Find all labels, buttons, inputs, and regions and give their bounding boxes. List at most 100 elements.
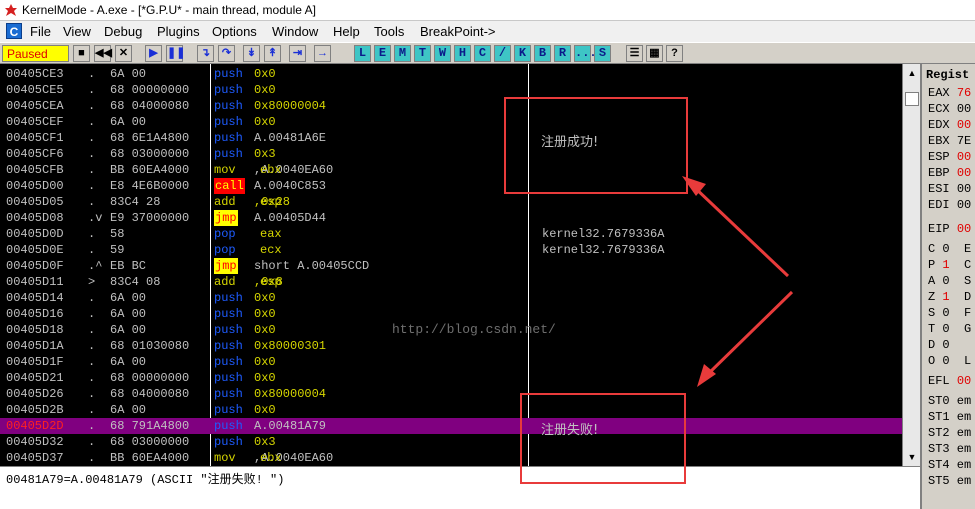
step-into-icon[interactable]: ↴	[197, 45, 214, 62]
disasm-row[interactable]: 00405D1F. 6A 00 push 0x0	[0, 354, 902, 370]
toolbar-dots[interactable]: ...	[574, 45, 597, 62]
menu-tools[interactable]: Tools	[374, 24, 404, 39]
menu-options[interactable]: Options	[212, 24, 257, 39]
disasm-opcode: push	[214, 99, 243, 113]
disasm-row[interactable]: 00405CFB. BB 60EA4000 mov ebx ,A.0040EA60	[0, 162, 902, 178]
disasm-opcode: push	[214, 419, 243, 433]
flag-s[interactable]: S 0 F	[928, 306, 971, 320]
menu-view[interactable]: View	[63, 24, 91, 39]
toolbar-s[interactable]: S	[594, 45, 611, 62]
step-over-icon[interactable]: ↷	[218, 45, 235, 62]
flag-a[interactable]: A 0 S	[928, 274, 971, 288]
list-icon[interactable]: ☰	[626, 45, 643, 62]
flag-z[interactable]: Z 1 D	[928, 290, 971, 304]
disasm-row[interactable]: 00405D2D. 68 791A4800 push A.00481A79	[0, 418, 902, 434]
fpu-register[interactable]: ST1 em	[928, 410, 971, 424]
run-icon[interactable]: ▶	[145, 45, 162, 62]
flag-p[interactable]: P 1 C	[928, 258, 971, 272]
disasm-row[interactable]: 00405D1A. 68 01030080 push 0x80000301	[0, 338, 902, 354]
disassembly-scrollbar[interactable]: ▲ ▼	[902, 64, 920, 466]
fpu-register[interactable]: ST0 em	[928, 394, 971, 408]
disasm-row[interactable]: 00405CE3. 6A 00 push 0x0	[0, 66, 902, 82]
disassembly-pane[interactable]: 00405CE3. 6A 00 push 0x0 00405CE5. 68 0000000…	[0, 64, 920, 466]
menu-file[interactable]: File	[30, 24, 51, 39]
disasm-row[interactable]: 00405D37. BB 60EA4000 mov ebx ,A.0040EA60	[0, 450, 902, 466]
disasm-row[interactable]: 00405D00. E8 4E6B0000 call A.0040C853	[0, 178, 902, 194]
scroll-up-icon[interactable]: ▲	[905, 66, 919, 80]
rewind-icon[interactable]: ◀◀	[94, 45, 112, 62]
execute-till-return-icon[interactable]: ⇥	[289, 45, 306, 62]
window-title: KernelMode - A.exe - [*G.P.U* - main thr…	[22, 3, 316, 17]
disasm-row[interactable]: 00405D11 >83C4 08 add esp ,0x8	[0, 274, 902, 290]
toolbar-k[interactable]: K	[514, 45, 531, 62]
disasm-row[interactable]: 00405D26. 68 04000080 push 0x80000004	[0, 386, 902, 402]
disasm-hex: 68 6E1A4800	[110, 131, 190, 145]
pause-icon[interactable]: ❚❚	[166, 45, 185, 62]
disasm-row[interactable]: 00405D32. 68 03000000 push 0x3	[0, 434, 902, 450]
register-esi[interactable]: ESI 00	[928, 182, 971, 196]
trace-into-icon[interactable]: ↡	[243, 45, 260, 62]
disasm-row[interactable]: 00405CF1. 68 6E1A4800 push A.00481A6E	[0, 130, 902, 146]
toolbar-l[interactable]: L	[354, 45, 371, 62]
toolbar-w[interactable]: W	[434, 45, 451, 62]
disasm-row[interactable]: 00405D2B. 6A 00 push 0x0	[0, 402, 902, 418]
disasm-hex: 68 00000000	[110, 371, 190, 385]
disasm-row[interactable]: 00405D21. 68 00000000 push 0x0	[0, 370, 902, 386]
fpu-register[interactable]: ST5 em	[928, 474, 971, 488]
disasm-row[interactable]: 00405D0E. 59 pop ecx kernel32.7679336A	[0, 242, 902, 258]
disasm-marker: .	[88, 163, 96, 177]
open-icon[interactable]: ■	[73, 45, 90, 62]
toolbar-e[interactable]: E	[374, 45, 391, 62]
grid-icon[interactable]: ▦	[646, 45, 663, 62]
disasm-row[interactable]: 00405D0D. 58 pop eax kernel32.7679336A	[0, 226, 902, 242]
register-edi[interactable]: EDI 00	[928, 198, 971, 212]
toolbar-h[interactable]: H	[454, 45, 471, 62]
help-icon[interactable]: ?	[666, 45, 683, 62]
disasm-operand: 0x3	[254, 147, 276, 161]
disasm-row[interactable]: 00405D14. 6A 00 push 0x0	[0, 290, 902, 306]
fpu-register[interactable]: ST3 em	[928, 442, 971, 456]
register-eax[interactable]: EAX 76	[928, 86, 971, 100]
menu-breakpoint[interactable]: BreakPoint->	[420, 24, 496, 39]
flag-d[interactable]: D 0	[928, 338, 964, 352]
flag-c[interactable]: C 0 E	[928, 242, 971, 256]
toolbar-slash[interactable]: /	[494, 45, 511, 62]
fpu-register[interactable]: ST2 em	[928, 426, 971, 440]
register-ebx[interactable]: EBX 7E	[928, 134, 971, 148]
toolbar-r[interactable]: R	[554, 45, 571, 62]
registers-pane[interactable]: Regist EAX 76 ECX 00 EDX 00 EBX 7E ESP 00 EBP…	[920, 64, 975, 509]
toolbar-b[interactable]: B	[534, 45, 551, 62]
flag-o[interactable]: O 0 L	[928, 354, 971, 368]
toolbar-t[interactable]: T	[414, 45, 431, 62]
disasm-row[interactable]: 00405CF6. 68 03000000 push 0x3	[0, 146, 902, 162]
fpu-register[interactable]: ST4 em	[928, 458, 971, 472]
register-esp[interactable]: ESP 00	[928, 150, 971, 164]
register-eip[interactable]: EIP 00	[928, 222, 971, 236]
disasm-row[interactable]: 00405D0F .^ EB BC jmp short A.00405CCD	[0, 258, 902, 274]
menu-debug[interactable]: Debug	[104, 24, 142, 39]
menu-window[interactable]: Window	[272, 24, 318, 39]
close-icon[interactable]: ✕	[115, 45, 132, 62]
goto-icon[interactable]: →	[314, 45, 331, 62]
scroll-down-icon[interactable]: ▼	[905, 450, 919, 464]
menu-help[interactable]: Help	[333, 24, 360, 39]
disasm-hex: 58	[110, 227, 125, 241]
disasm-row[interactable]: 00405CE5. 68 00000000 push 0x0	[0, 82, 902, 98]
disasm-row[interactable]: 00405D08 .v E9 37000000 jmp A.00405D44	[0, 210, 902, 226]
disasm-row[interactable]: 00405CEA. 68 04000080 push 0x80000004	[0, 98, 902, 114]
register-ecx[interactable]: ECX 00	[928, 102, 971, 116]
scroll-thumb[interactable]	[905, 92, 919, 106]
register-efl[interactable]: EFL 00	[928, 374, 971, 388]
disasm-row[interactable]: 00405D16. 6A 00 push 0x0	[0, 306, 902, 322]
disasm-operand: 0x0	[254, 355, 276, 369]
toolbar-c[interactable]: C	[474, 45, 491, 62]
cpu-window-icon[interactable]: C	[6, 23, 22, 39]
disasm-row[interactable]: 00405D05. 83C4 28 add esp ,0x28	[0, 194, 902, 210]
disasm-row[interactable]: 00405CEF. 6A 00 push 0x0	[0, 114, 902, 130]
register-ebp[interactable]: EBP 00	[928, 166, 971, 180]
flag-t[interactable]: T 0 G	[928, 322, 971, 336]
toolbar-m[interactable]: M	[394, 45, 411, 62]
register-edx[interactable]: EDX 00	[928, 118, 971, 132]
trace-over-icon[interactable]: ↟	[264, 45, 281, 62]
menu-plugins[interactable]: Plugins	[157, 24, 200, 39]
